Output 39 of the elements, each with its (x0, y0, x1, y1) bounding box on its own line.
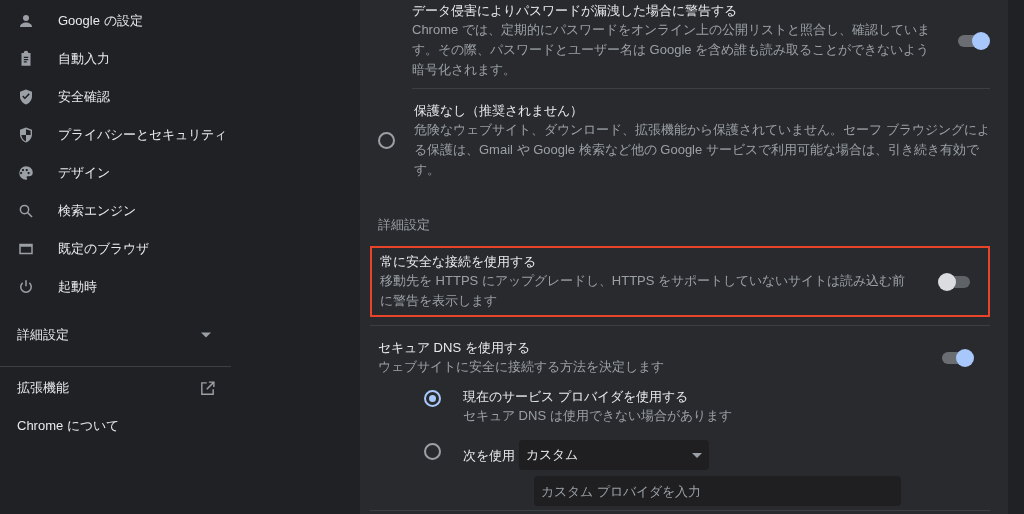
sidebar-item[interactable]: デザイン (0, 154, 231, 192)
radio-button[interactable] (424, 443, 441, 460)
sidebar-item[interactable]: 自動入力 (0, 40, 231, 78)
search-icon (17, 202, 35, 220)
caret-icon (692, 452, 702, 458)
section-heading: 詳細設定 (377, 216, 431, 234)
setting-title: セキュア DNS を使用する (378, 339, 531, 357)
sidebar-item[interactable]: 検索エンジン (0, 192, 231, 230)
power-icon (17, 278, 35, 296)
sidebar-expander[interactable]: 詳細設定 (0, 310, 231, 356)
option-description: 危険なウェブサイト、ダウンロード、拡張機能から保護されていません。セーフ ブラウジングによる保護は、Gmail や Google 検索など他の Google サービスで利用可能な場合は、引き続き有効です。 (414, 121, 990, 179)
setting-description: Chrome では、定期的にパスワードをオンライン上の公開リストと照合し、確認しています。その際、パスワードとユーザー名は Google を含め誰も読み取ることができないよう暗号化されます。 (412, 21, 931, 79)
option-title: 保護なし（推奨されません） (414, 102, 584, 120)
sidebar-item[interactable]: Chrome について (0, 407, 231, 445)
sidebar-item[interactable]: 起動時 (0, 268, 231, 306)
external-link-icon[interactable] (199, 379, 216, 397)
dropdown[interactable]: カスタム (519, 440, 709, 470)
sidebar-item[interactable]: プライバシーとセキュリティ (0, 116, 231, 154)
sidebar-link[interactable]: 拡張機能 (17, 379, 69, 397)
setting-title: データ侵害によりパスワードが漏洩した場合に警告する (412, 2, 738, 20)
shield-icon (17, 126, 35, 144)
sidebar-item[interactable]: 既定のブラウザ (0, 230, 231, 268)
setting-description: ウェブサイトに安全に接続する方法を決定します (378, 358, 664, 376)
sidebar-item[interactable]: 安全確認 (0, 78, 231, 116)
option-description: セキュア DNS は使用できない場合があります (463, 407, 732, 425)
shield-check-icon (17, 88, 35, 106)
person-icon (17, 12, 35, 30)
option-title: 現在のサービス プロバイダを使用する (463, 388, 689, 406)
radio-button[interactable] (378, 132, 395, 149)
option-title: 次を使用 (463, 446, 515, 465)
toggle-switch[interactable] (956, 30, 990, 51)
setting-title: 常に安全な接続を使用する (380, 253, 537, 271)
palette-icon (17, 164, 35, 182)
toggle-switch[interactable] (940, 347, 974, 368)
radio-button[interactable] (424, 390, 441, 407)
setting-description: 移動先を HTTPS にアップグレードし、HTTPS をサポートしていないサイトは読み込む前に警告を表示します (380, 272, 907, 310)
toggle-switch[interactable] (938, 271, 972, 292)
sidebar-item[interactable]: Google の設定 (0, 2, 231, 40)
input-field[interactable]: カスタム プロバイダを入力 (534, 476, 901, 506)
